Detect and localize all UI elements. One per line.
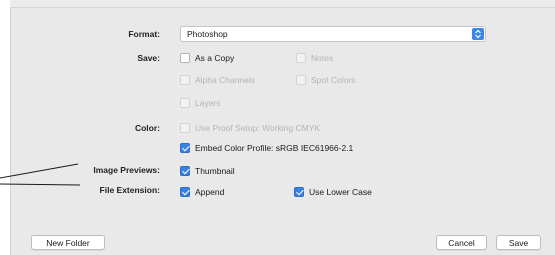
append-label: Append (195, 187, 225, 197)
layers-checkbox: Layers (180, 98, 221, 108)
layers-label: Layers (195, 98, 221, 108)
embed-color-profile-label: Embed Color Profile: sRGB IEC61966-2.1 (195, 143, 354, 153)
checkbox-box (180, 75, 190, 85)
new-folder-button[interactable]: New Folder (31, 235, 105, 250)
checkbox-box (296, 75, 306, 85)
checkbox-box (296, 53, 306, 63)
as-a-copy-label: As a Copy (195, 53, 235, 63)
append-checkbox[interactable]: Append (180, 187, 224, 197)
callout-line-image-previews (0, 163, 79, 179)
updown-chevron-icon (472, 28, 484, 40)
spot-colors-checkbox: Spot Colors (296, 75, 355, 85)
color-label: Color: (134, 123, 160, 133)
use-proof-setup-checkbox: Use Proof Setup: Working CMYK (180, 123, 320, 133)
image-previews-label: Image Previews: (93, 165, 160, 175)
checkbox-checked[interactable] (180, 143, 190, 153)
checkbox-checked[interactable] (180, 166, 190, 176)
checkbox-box (180, 98, 190, 108)
alpha-channels-checkbox: Alpha Channels (180, 75, 255, 85)
alpha-channels-label: Alpha Channels (195, 75, 256, 85)
format-label: Format: (128, 29, 160, 39)
thumbnail-label: Thumbnail (195, 166, 235, 176)
checkbox-checked[interactable] (180, 187, 190, 197)
checkbox-checked[interactable] (294, 187, 304, 197)
save-button[interactable]: Save (496, 235, 541, 250)
format-select-value: Photoshop (187, 29, 228, 39)
callout-line-file-extension (0, 183, 81, 186)
spot-colors-label: Spot Colors (311, 75, 356, 85)
file-extension-label: File Extension: (99, 185, 160, 195)
save-options-label: Save: (137, 53, 160, 63)
checkbox-box (180, 123, 190, 133)
embed-color-profile-checkbox[interactable]: Embed Color Profile: sRGB IEC61966-2.1 (180, 143, 353, 153)
checkbox-box[interactable] (180, 53, 190, 63)
use-proof-setup-label: Use Proof Setup: Working CMYK (195, 123, 321, 133)
notes-label: Notes (311, 53, 334, 63)
cancel-button[interactable]: Cancel (436, 235, 487, 250)
format-select[interactable]: Photoshop (180, 26, 486, 42)
use-lower-case-label: Use Lower Case (309, 187, 372, 197)
use-lower-case-checkbox[interactable]: Use Lower Case (294, 187, 372, 197)
thumbnail-checkbox[interactable]: Thumbnail (180, 166, 235, 176)
notes-checkbox: Notes (296, 53, 333, 63)
as-a-copy-checkbox[interactable]: As a Copy (180, 53, 234, 63)
